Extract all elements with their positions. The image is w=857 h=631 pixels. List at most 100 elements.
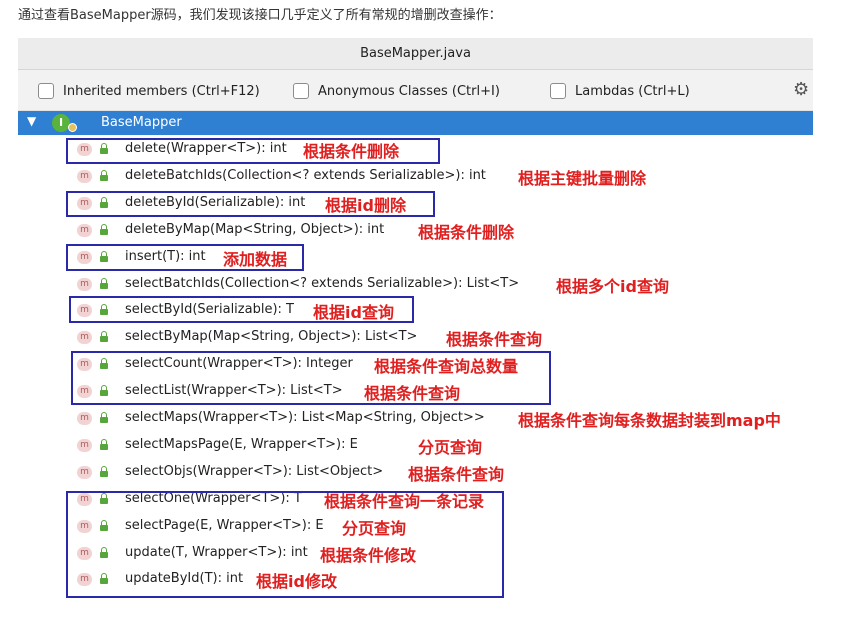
method-signature: selectObjs(Wrapper<T>): List<Object> bbox=[125, 464, 384, 479]
method-icon: m bbox=[77, 224, 92, 237]
method-signature: deleteByMap(Map<String, Object>): int bbox=[125, 222, 385, 237]
method-signature: selectList(Wrapper<T>): List<T> bbox=[125, 383, 343, 398]
method-signature: deleteById(Serializable): int bbox=[125, 195, 306, 210]
method-icon: m bbox=[77, 439, 92, 452]
method-signature: selectPage(E, Wrapper<T>): E bbox=[125, 518, 324, 533]
method-signature: selectByMap(Map<String, Object>): List<T… bbox=[125, 329, 418, 344]
public-access-icon bbox=[99, 224, 109, 236]
method-signature: delete(Wrapper<T>): int bbox=[125, 141, 287, 156]
method-icon: m bbox=[77, 520, 92, 533]
inherited-members-checkbox[interactable]: Inherited members (Ctrl+F12) bbox=[38, 81, 260, 101]
method-annotation: 根据id修改 bbox=[256, 572, 337, 591]
public-access-icon bbox=[99, 573, 109, 585]
method-row[interactable]: m selectMapsPage(E, Wrapper<T>): E 分页查询 bbox=[18, 432, 813, 459]
method-annotation: 分页查询 bbox=[418, 438, 483, 457]
method-row[interactable]: m selectMaps(Wrapper<T>): List<Map<String… bbox=[18, 405, 813, 432]
method-annotation: 根据条件查询总数量 bbox=[374, 357, 519, 376]
public-access-icon bbox=[99, 143, 109, 155]
checkbox-label: Inherited members (Ctrl+F12) bbox=[63, 83, 260, 99]
checkbox-box[interactable] bbox=[38, 83, 54, 99]
method-icon: m bbox=[77, 278, 92, 291]
method-signature: selectMaps(Wrapper<T>): List<Map<String,… bbox=[125, 410, 485, 425]
method-row[interactable]: m deleteBatchIds(Collection<? extends Ser… bbox=[18, 163, 813, 190]
tree-root-label: BaseMapper bbox=[101, 115, 182, 130]
public-access-icon bbox=[99, 520, 109, 532]
method-annotation: 根据条件删除 bbox=[303, 142, 400, 161]
method-row[interactable]: m selectCount(Wrapper<T>): Integer 根据条件查询总… bbox=[18, 351, 813, 378]
public-access-icon bbox=[99, 385, 109, 397]
method-row[interactable]: m deleteById(Serializable): int 根据id删除 bbox=[18, 190, 813, 217]
public-access-icon bbox=[99, 251, 109, 263]
public-access-icon bbox=[99, 304, 109, 316]
window-title: BaseMapper.java bbox=[18, 38, 813, 70]
method-annotation: 添加数据 bbox=[223, 250, 288, 269]
method-annotation: 分页查询 bbox=[342, 519, 407, 538]
method-signature: selectMapsPage(E, Wrapper<T>): E bbox=[125, 437, 358, 452]
method-icon: m bbox=[77, 493, 92, 506]
method-row[interactable]: m updateById(T): int 根据id修改 bbox=[18, 566, 813, 593]
method-row[interactable]: m selectById(Serializable): T 根据id查询 bbox=[18, 297, 813, 324]
method-row[interactable]: m selectList(Wrapper<T>): List<T> 根据条件查询 bbox=[18, 378, 813, 405]
method-annotation: 根据多个id查询 bbox=[556, 277, 669, 296]
method-annotation: 根据主键批量删除 bbox=[518, 169, 647, 188]
intro-text: 通过查看BaseMapper源码，我们发现该接口几乎定义了所有常规的增删改查操作… bbox=[18, 8, 502, 23]
method-annotation: 根据条件修改 bbox=[320, 546, 417, 565]
method-signature: selectOne(Wrapper<T>): T bbox=[125, 491, 302, 506]
method-signature: deleteBatchIds(Collection<? extends Seri… bbox=[125, 168, 486, 183]
public-access-icon bbox=[99, 547, 109, 559]
method-row[interactable]: m update(T, Wrapper<T>): int 根据条件修改 bbox=[18, 540, 813, 567]
method-row[interactable]: m selectOne(Wrapper<T>): T 根据条件查询一条记录 bbox=[18, 486, 813, 513]
method-signature: selectCount(Wrapper<T>): Integer bbox=[125, 356, 353, 371]
method-icon: m bbox=[77, 412, 92, 425]
lambdas-checkbox[interactable]: Lambdas (Ctrl+L) bbox=[550, 81, 690, 101]
method-icon: m bbox=[77, 170, 92, 183]
gear-icon[interactable]: ⚙ bbox=[793, 80, 809, 100]
checkbox-label: Anonymous Classes (Ctrl+I) bbox=[318, 83, 500, 99]
method-annotation: 根据条件查询 bbox=[408, 465, 505, 484]
method-annotation: 根据条件查询 bbox=[364, 384, 461, 403]
method-icon: m bbox=[77, 251, 92, 264]
public-access-icon bbox=[99, 412, 109, 424]
method-icon: m bbox=[77, 331, 92, 344]
structure-popup: BaseMapper.java Inherited members (Ctrl+… bbox=[18, 38, 813, 631]
public-access-icon bbox=[99, 493, 109, 505]
method-annotation: 根据条件查询每条数据封装到map中 bbox=[518, 411, 781, 430]
checkbox-box[interactable] bbox=[293, 83, 309, 99]
method-signature: selectBatchIds(Collection<? extends Seri… bbox=[125, 276, 520, 291]
method-icon: m bbox=[77, 573, 92, 586]
method-row[interactable]: m insert(T): int 添加数据 bbox=[18, 244, 813, 271]
method-annotation: 根据条件查询 bbox=[446, 330, 543, 349]
method-row[interactable]: m delete(Wrapper<T>): int 根据条件删除 bbox=[18, 136, 813, 163]
method-icon: m bbox=[77, 547, 92, 560]
method-signature: update(T, Wrapper<T>): int bbox=[125, 545, 308, 560]
method-row[interactable]: m selectObjs(Wrapper<T>): List<Object> 根据条… bbox=[18, 459, 813, 486]
filter-bar: Inherited members (Ctrl+F12) Anonymous C… bbox=[18, 70, 813, 111]
method-row[interactable]: m deleteByMap(Map<String, Object>): int 根据… bbox=[18, 217, 813, 244]
checkbox-box[interactable] bbox=[550, 83, 566, 99]
method-signature: updateById(T): int bbox=[125, 571, 244, 586]
method-icon: m bbox=[77, 385, 92, 398]
public-access-icon bbox=[99, 278, 109, 290]
anonymous-classes-checkbox[interactable]: Anonymous Classes (Ctrl+I) bbox=[293, 81, 500, 101]
chevron-down-icon[interactable]: ▼ bbox=[27, 114, 36, 128]
public-access-icon bbox=[99, 331, 109, 343]
checkbox-label: Lambdas (Ctrl+L) bbox=[575, 83, 690, 99]
interface-badge-icon bbox=[68, 123, 77, 132]
public-access-icon bbox=[99, 170, 109, 182]
public-access-icon bbox=[99, 197, 109, 209]
interface-icon: I bbox=[52, 114, 70, 132]
public-access-icon bbox=[99, 358, 109, 370]
public-access-icon bbox=[99, 439, 109, 451]
method-icon: m bbox=[77, 197, 92, 210]
method-icon: m bbox=[77, 358, 92, 371]
method-annotation: 根据id查询 bbox=[313, 303, 394, 322]
method-icon: m bbox=[77, 143, 92, 156]
tree-root-basemapper[interactable]: ▼ I BaseMapper bbox=[18, 111, 813, 135]
method-icon: m bbox=[77, 466, 92, 479]
method-annotation: 根据条件删除 bbox=[418, 223, 515, 242]
method-row[interactable]: m selectBatchIds(Collection<? extends Ser… bbox=[18, 271, 813, 298]
method-row[interactable]: m selectByMap(Map<String, Object>): List<… bbox=[18, 324, 813, 351]
method-icon: m bbox=[77, 304, 92, 317]
public-access-icon bbox=[99, 466, 109, 478]
method-row[interactable]: m selectPage(E, Wrapper<T>): E 分页查询 bbox=[18, 513, 813, 540]
